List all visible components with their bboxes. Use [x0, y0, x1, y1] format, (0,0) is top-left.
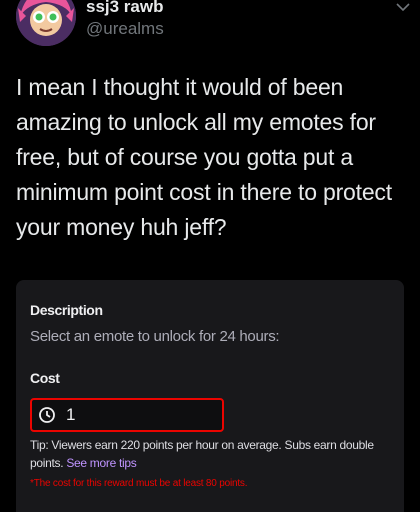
tweet-text: I mean I thought it would of been amazin… — [16, 74, 392, 240]
description-label: Description — [30, 302, 103, 318]
avatar[interactable] — [16, 0, 76, 46]
description-text: Select an emote to unlock for 24 hours: — [30, 328, 280, 345]
cost-input[interactable]: 1 — [30, 398, 224, 432]
chevron-down-icon[interactable] — [396, 2, 410, 12]
reward-settings-card: Description Select an emote to unlock fo… — [16, 280, 404, 512]
display-name[interactable]: ssj3 rawb — [86, 0, 164, 18]
username[interactable]: @urealms — [86, 18, 164, 40]
avatar-image — [16, 0, 76, 46]
channel-points-icon — [39, 407, 55, 423]
tweet-author[interactable]: ssj3 rawb @urealms — [86, 0, 164, 40]
tip-text: Tip: Viewers earn 220 points per hour on… — [30, 436, 400, 472]
cost-label: Cost — [30, 370, 60, 386]
see-more-tips-link[interactable]: See more tips — [66, 456, 136, 470]
error-message: *The cost for this reward must be at lea… — [30, 478, 248, 489]
cost-value[interactable]: 1 — [66, 405, 75, 425]
